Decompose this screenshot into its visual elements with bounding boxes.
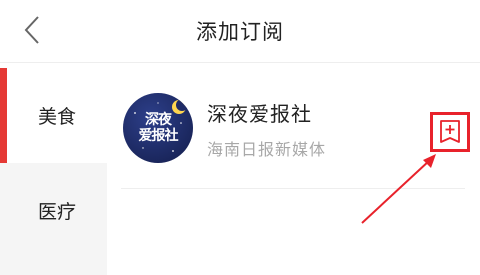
add-subscription-button[interactable]: [430, 112, 470, 152]
sidebar-item-food[interactable]: 美食: [0, 68, 107, 163]
subscription-source: 海南日报新媒体: [207, 140, 327, 159]
sidebar-item-label: 美食: [38, 106, 77, 128]
category-sidebar: 美食 医疗: [0, 68, 107, 275]
subscription-name: 深夜爱报社: [207, 102, 312, 126]
avatar-text-line-2: 爱报社: [138, 128, 179, 144]
subscription-list: 深夜 爱报社 深夜爱报社 海南日报新媒体: [107, 68, 480, 275]
avatar: 深夜 爱报社: [123, 93, 193, 163]
sidebar-item-label: 医疗: [38, 201, 77, 223]
add-bookmark-icon: [440, 120, 460, 143]
header: 添加订阅: [0, 0, 480, 62]
avatar-logo-text: 深夜 爱报社: [123, 93, 193, 163]
avatar-text-line-1: 深夜: [145, 112, 172, 128]
sidebar-item-medical[interactable]: 医疗: [0, 163, 107, 258]
header-divider: [0, 62, 480, 63]
back-button[interactable]: [14, 12, 50, 48]
page-title: 添加订阅: [196, 20, 284, 44]
list-item[interactable]: 深夜 爱报社 深夜爱报社 海南日报新媒体: [121, 68, 470, 189]
add-subscription-screen: 添加订阅 美食 医疗 深夜 爱报社 深夜爱报社 海南日报新媒体: [0, 0, 480, 275]
chevron-left-icon: [24, 16, 39, 44]
